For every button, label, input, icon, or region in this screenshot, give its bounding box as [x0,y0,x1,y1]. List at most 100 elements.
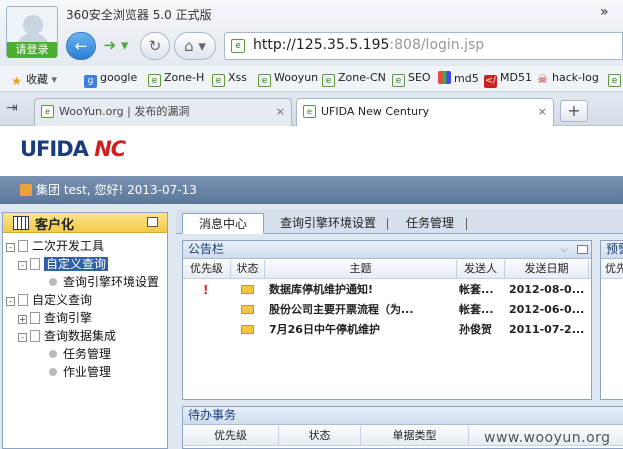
refresh-button[interactable]: ↻ [140,32,170,60]
bookmark-hack-log[interactable]: ☠ hack-log [536,71,599,86]
notice-title: 公告栏 [183,241,591,259]
home-button[interactable]: ⌂ ▾ [174,32,216,60]
tab-label: WooYun.org | 发布的漏洞 [59,105,190,118]
md51-icon: </ [484,75,497,88]
new-tab-button[interactable]: + [560,100,588,122]
tree-item-custom-query-root[interactable]: - 自定义查询 [6,291,92,308]
bookmark-google[interactable]: g google [84,71,137,88]
bookmark-zone-h[interactable]: e Zone-H [148,71,204,87]
google-icon: g [84,75,97,88]
col-doc-type[interactable]: 单据类型 [361,426,469,445]
tree-item-job-management[interactable]: 作业管理 [49,363,111,380]
login-button[interactable]: 请登录 [7,42,57,58]
bookmark-favorites[interactable]: ★ 收藏 ▾ [10,71,57,88]
url-path: :808/login.jsp [389,37,485,53]
tab-bar: ⇥ e WooYun.org | 发布的漏洞 × e UFIDA New Cen… [0,92,623,126]
row-subject: 7月26日中午停机维护 [269,323,380,336]
ie-page-icon: e [212,74,225,87]
page-header: UFIDA NC [0,127,623,176]
tab-task-management[interactable]: 任务管理 [390,213,470,234]
collapse-node-icon[interactable]: - [18,261,27,270]
ie-page-icon: e [148,74,161,87]
main-panel: 消息中心 查询引擎环境设置 任务管理 公告栏 ⌵ 优先级 状态 主题 发送人 发… [176,210,623,449]
row-date: 2012-06-0... [509,303,585,316]
warning-col-priority[interactable]: 优先 [601,260,623,279]
bookmarks-bar: ★ 收藏 ▾ g google e Zone-H e Xss e Wooyun e Zone… [0,66,623,92]
bookmark-xss[interactable]: e Xss [212,71,247,87]
col-priority[interactable]: 优先级 [183,260,231,279]
user-bar: 集团 test, 您好! 2013-07-13 [0,176,623,204]
tab-message-center[interactable]: 消息中心 [182,213,265,234]
star-icon: ★ [11,74,22,88]
arrow-left-icon: ← [74,37,88,55]
tree-item-query-engine[interactable]: + 查询引擎 [18,309,92,326]
bookmark-zone-cn[interactable]: e Zone-CN [322,71,386,87]
back-button[interactable]: ← [66,32,96,60]
chevron-down-icon[interactable]: ⌵ [561,245,568,255]
col-sender[interactable]: 发送人 [457,260,505,279]
expand-node-icon[interactable]: + [18,315,27,324]
forward-button[interactable]: ➜ ▾ [100,32,132,60]
col-status[interactable]: 状态 [279,426,361,445]
col-priority[interactable]: 优先级 [183,426,279,445]
bullet-icon [49,350,57,358]
ie-page-icon: e [392,74,405,87]
ie-page-icon: e [303,105,316,118]
ie-page-icon: e [322,74,335,87]
bullet-icon [49,278,57,286]
tree-item-query-engine-settings[interactable]: 查询引擎环境设置 [49,273,159,290]
grid-icon [13,216,29,230]
col-date[interactable]: 发送日期 [505,260,589,279]
row-sender: 孙俊贺 [459,323,492,336]
arrow-right-icon: ➜ ▾ [103,36,129,54]
watermark: www.wooyun.org [484,430,611,446]
address-bar[interactable]: e http://125.35.5.195:808/login.jsp [224,32,623,60]
bookmark-seo[interactable]: e SEO [392,71,431,87]
collapse-node-icon[interactable]: - [18,333,27,342]
tab-wooyun[interactable]: e WooYun.org | 发布的漏洞 × [34,98,292,126]
tree-item-dev-tools[interactable]: - 二次开发工具 [6,237,104,254]
bullet-icon [49,368,57,376]
bug-icon: ☠ [537,72,548,86]
col-subject[interactable]: 主题 [265,260,457,279]
tree-item-task-management[interactable]: 任务管理 [49,345,111,362]
refresh-icon: ↻ [148,37,162,55]
bookmark-md5[interactable]: md5 [438,71,479,85]
warning-title: 预警 [601,241,623,259]
notice-board: 公告栏 ⌵ 优先级 状态 主题 发送人 发送日期 ! 数据库停机维护通知! 帐套… [182,240,592,400]
ufida-nc-logo: UFIDA NC [20,137,126,161]
tab-ufida[interactable]: e UFIDA New Century × [296,98,554,126]
bookmark-md51[interactable]: </MD51 [484,71,532,88]
table-row[interactable]: 7月26日中午停机维护 孙俊贺 2011-07-2... [183,320,591,340]
bookmark-more[interactable]: e [608,71,623,87]
url-text[interactable]: http://125.35.5.195:808/login.jsp [253,37,484,53]
table-row[interactable]: ! 数据库停机维护通知! 帐套... 2012-08-0... [183,280,591,300]
panel-header: 客户化 [3,213,167,233]
window-title: 360安全浏览器 5.0 正式版 [66,8,212,22]
envelope-icon [241,300,254,320]
table-row[interactable]: 股份公司主要开票流程（为... 帐套... 2012-06-0... [183,300,591,320]
document-icon [30,312,40,324]
ie-page-icon: e [41,105,54,118]
menu-expand-icon[interactable]: » [600,4,609,20]
bookmark-wooyun[interactable]: e Wooyun [258,71,318,87]
row-subject: 数据库停机维护通知! [269,283,374,296]
collapse-icon[interactable] [147,217,158,227]
collapse-node-icon[interactable]: - [6,297,15,306]
sidebar-toggle-icon[interactable]: ⇥ [6,100,18,116]
tab-query-engine-settings[interactable]: 查询引擎环境设置 [264,213,392,234]
envelope-icon [241,280,254,300]
collapse-node-icon[interactable]: - [6,243,15,252]
todo-title: 待办事务 [183,407,623,425]
envelope-icon [241,320,254,340]
user-icon [20,184,32,196]
col-status[interactable]: 状态 [231,260,265,279]
tree-item-data-integration[interactable]: - 查询数据集成 [18,327,116,344]
priority-high-icon: ! [203,283,209,297]
close-icon[interactable]: × [538,99,547,125]
row-subject: 股份公司主要开票流程（为... [269,303,414,316]
close-icon[interactable]: × [276,99,285,125]
tree-item-custom-query[interactable]: - 自定义查询 [18,255,109,272]
url-host: http://125.35.5.195 [253,37,390,53]
maximize-icon[interactable] [577,245,588,254]
